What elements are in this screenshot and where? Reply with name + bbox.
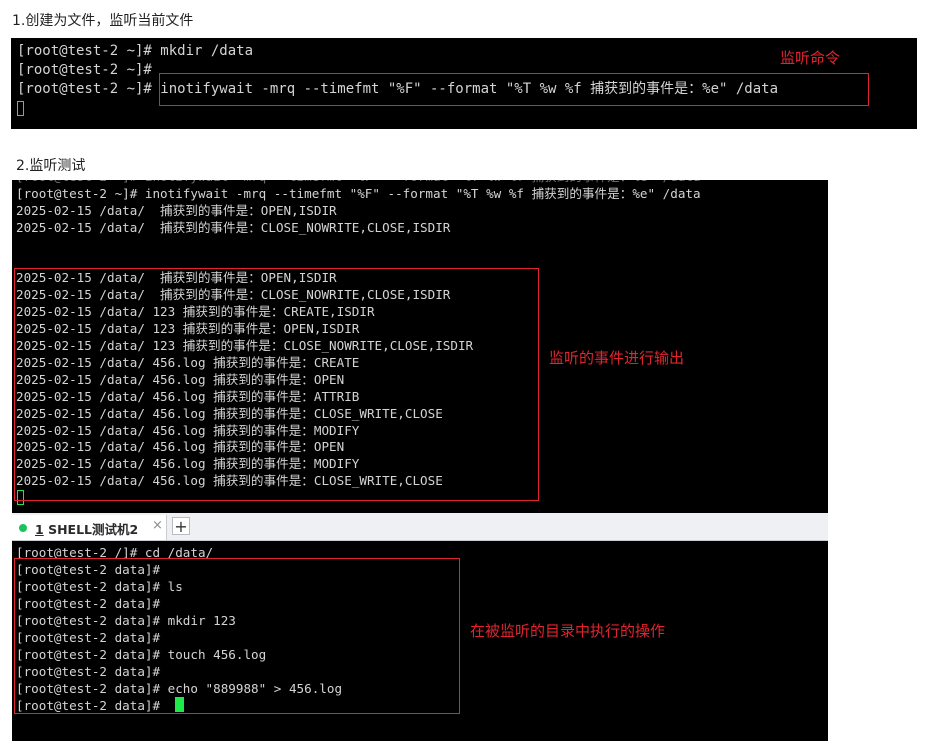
operations-highlight-box [14,558,460,714]
section-1-heading: 1.创建为文件，监听当前文件 [12,13,194,29]
terminal-cursor [17,101,24,116]
tab-number: 1 [35,522,44,537]
terminal-line: [root@test-2 ~]# mkdir /data [17,43,254,59]
command-highlight-box [159,73,869,106]
terminal-line: [root@test-2 ~]# inotifywait -mrq --time… [16,186,701,201]
annotation-command: 监听命令 [780,49,841,67]
events-highlight-box [14,268,539,501]
tab-shell-test-2[interactable]: 1 SHELL测试机2 × [12,515,167,540]
annotation-events: 监听的事件进行输出 [549,349,685,367]
annotation-operations: 在被监听的目录中执行的操作 [470,622,666,640]
section-2-heading: 2.监听测试 [16,158,86,174]
close-icon[interactable]: × [152,518,163,533]
connection-status-icon [19,524,27,532]
tab-label: 1 SHELL测试机2 [35,519,138,538]
new-tab-button[interactable]: + [172,517,190,535]
terminal-line: 2025-02-15 /data/ 捕获到的事件是：CLOSE_NOWRITE,… [16,220,451,235]
terminal-line: [root@test-2 ~]# [17,62,152,78]
tab-title: SHELL测试机2 [48,522,139,537]
terminal-line: 2025-02-15 /data/ 捕获到的事件是：OPEN,ISDIR [16,203,337,218]
terminal-tab-bar: 1 SHELL测试机2 × + [12,513,828,541]
